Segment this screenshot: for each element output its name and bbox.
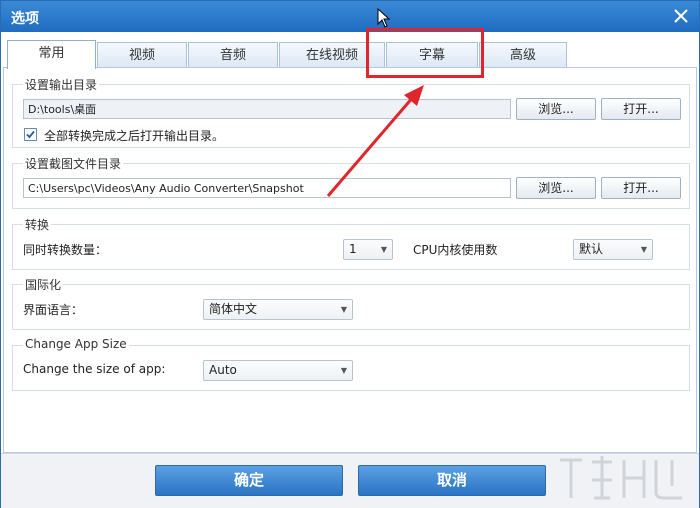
chevron-down-icon: ▼ <box>340 366 347 375</box>
app-size-legend: Change App Size <box>23 337 129 351</box>
open-output-checkbox[interactable] <box>24 128 37 141</box>
convert-count-label: 同时转换数量： <box>23 243 108 257</box>
tab-bar: 常用 视频 音频 在线视频 字幕 高级 <box>7 40 697 69</box>
cpu-core-label: CPU内核使用数 <box>413 243 498 257</box>
snapshot-browse-button[interactable]: 浏览... <box>516 177 596 199</box>
app-size-label: Change the size of app: <box>23 362 166 376</box>
tab-video[interactable]: 视频 <box>97 42 187 68</box>
ui-language-label: 界面语言： <box>23 303 84 317</box>
snapshot-dir-legend: 设置截图文件目录 <box>23 155 124 172</box>
i18n-legend: 国际化 <box>23 276 64 293</box>
output-dir-group: 设置输出目录 D:\tools\桌面 浏览... 打开... 全部转换完成之后打… <box>12 76 690 148</box>
watermark-logo-icon <box>560 456 682 500</box>
snapshot-dir-group: 设置截图文件目录 C:\Users\pc\Videos\Any Audio Co… <box>12 155 690 209</box>
ok-button[interactable]: 确定 <box>155 465 343 496</box>
tab-audio[interactable]: 音频 <box>188 42 278 68</box>
convert-count-select[interactable]: 1 ▼ <box>343 239 393 260</box>
output-dir-legend: 设置输出目录 <box>23 76 100 93</box>
chevron-down-icon: ▼ <box>380 245 387 254</box>
title-bar[interactable]: 选项 <box>1 1 699 32</box>
mouse-cursor-icon <box>377 8 391 28</box>
snapshot-open-button[interactable]: 打开... <box>601 177 681 199</box>
output-open-button[interactable]: 打开... <box>601 98 681 120</box>
app-size-select[interactable]: Auto ▼ <box>203 360 353 381</box>
tab-general[interactable]: 常用 <box>7 40 96 69</box>
chevron-down-icon: ▼ <box>340 305 347 314</box>
checkmark-icon <box>26 130 35 139</box>
close-icon[interactable] <box>671 6 691 26</box>
ui-language-value: 简体中文 <box>209 302 258 316</box>
general-tab-panel: 设置输出目录 D:\tools\桌面 浏览... 打开... 全部转换完成之后打… <box>3 67 697 453</box>
convert-legend: 转换 <box>23 216 52 233</box>
open-output-checkbox-label: 全部转换完成之后打开输出目录。 <box>44 129 225 143</box>
app-size-group: Change App Size Change the size of app: … <box>12 337 690 391</box>
tab-advanced[interactable]: 高级 <box>479 42 567 68</box>
output-dir-input[interactable]: D:\tools\桌面 <box>23 99 511 119</box>
cpu-core-select[interactable]: 默认 ▼ <box>573 239 653 260</box>
snapshot-dir-input[interactable]: C:\Users\pc\Videos\Any Audio Converter\S… <box>23 178 511 198</box>
i18n-group: 国际化 界面语言： 简体中文 ▼ <box>12 276 690 330</box>
ui-language-select[interactable]: 简体中文 ▼ <box>203 299 353 320</box>
output-browse-button[interactable]: 浏览... <box>516 98 596 120</box>
subtitle-tab-highlight-box <box>366 28 484 78</box>
cpu-core-value: 默认 <box>579 242 604 256</box>
chevron-down-icon: ▼ <box>640 245 647 254</box>
window-title: 选项 <box>11 11 39 27</box>
app-size-value: Auto <box>209 363 237 377</box>
options-dialog: 选项 常用 视频 音频 在线视频 字幕 高级 设置输出目录 D:\tools\桌… <box>0 0 700 508</box>
cancel-button[interactable]: 取消 <box>358 465 546 496</box>
convert-group: 转换 同时转换数量： 1 ▼ CPU内核使用数 默认 ▼ <box>12 216 690 270</box>
convert-count-value: 1 <box>349 242 357 256</box>
